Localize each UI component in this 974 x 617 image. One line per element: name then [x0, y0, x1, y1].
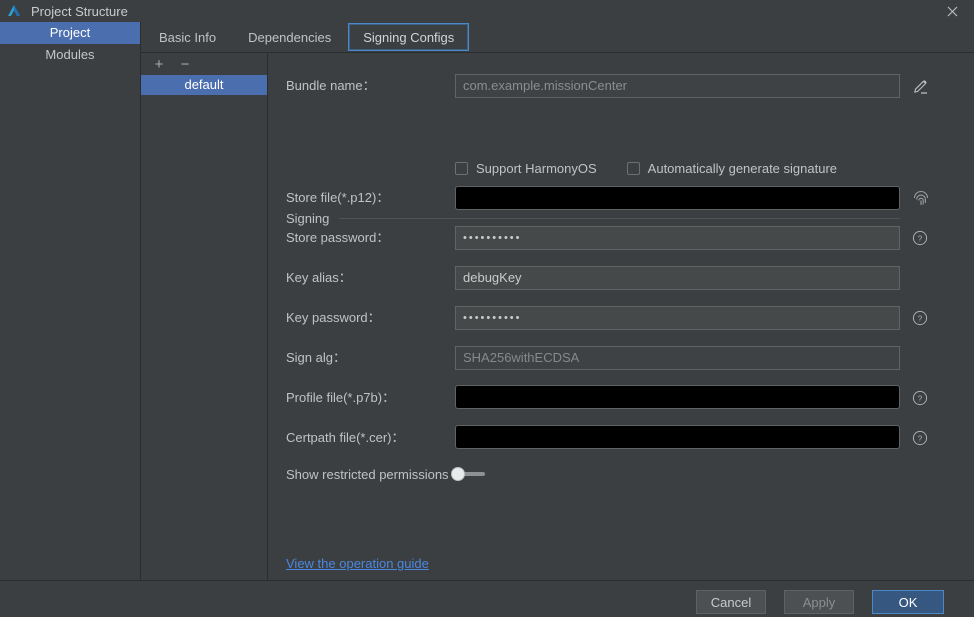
support-harmonyos-label: Support HarmonyOS	[476, 161, 597, 176]
restricted-permissions-label: Show restricted permissions	[286, 467, 449, 482]
tab-signing-configs[interactable]: Signing Configs	[349, 24, 468, 50]
sign-alg-label-row: Sign alg：	[286, 347, 346, 366]
svg-text:?: ?	[918, 393, 923, 403]
key-alias-input[interactable]: debugKey	[455, 266, 900, 290]
window-title: Project Structure	[31, 4, 128, 19]
key-alias-label-row: Key alias：	[286, 267, 352, 286]
certpath-file-label-row: Certpath file(*.cer)：	[286, 427, 404, 446]
store-password-label: Store password：	[286, 227, 389, 246]
certpath-file-input[interactable]	[455, 425, 900, 449]
key-password-label: Key password：	[286, 307, 381, 326]
tab-label: Dependencies	[248, 30, 331, 45]
svg-text:?: ?	[918, 313, 923, 323]
tab-label: Basic Info	[159, 30, 216, 45]
auto-generate-signature-label: Automatically generate signature	[648, 161, 837, 176]
bundle-name-label: Bundle name：	[286, 75, 376, 94]
signing-group-title: Signing	[286, 211, 329, 226]
svg-text:?: ?	[918, 433, 923, 443]
bundle-name-label-row: Bundle name：	[286, 75, 376, 94]
tab-bar: Basic Info Dependencies Signing Configs	[141, 22, 974, 53]
cancel-button[interactable]: Cancel	[696, 590, 766, 614]
signature-checkbox-row: Support HarmonyOS Automatically generate…	[455, 161, 867, 176]
title-bar: Project Structure	[0, 0, 974, 22]
tab-basic-info[interactable]: Basic Info	[145, 24, 230, 50]
signing-configs-list-panel: + − default	[141, 53, 268, 580]
remove-config-button[interactable]: −	[179, 57, 191, 72]
pencil-edit-icon[interactable]	[912, 77, 930, 95]
restricted-permissions-label-row: Show restricted permissions	[286, 467, 449, 482]
signing-group-header: Signing	[286, 211, 900, 226]
store-file-input[interactable]	[455, 186, 900, 210]
toggle-knob	[451, 467, 465, 481]
store-password-label-row: Store password：	[286, 227, 389, 246]
tab-label: Signing Configs	[363, 30, 454, 45]
sidebar: Project Modules	[0, 22, 141, 580]
list-toolbar: + −	[141, 53, 267, 75]
store-password-input[interactable]: ••••••••••	[455, 226, 900, 250]
deveco-triangle-logo-icon	[5, 2, 23, 20]
signing-configs-form: Bundle name： com.example.missionCenter S…	[268, 53, 974, 580]
bundle-name-input[interactable]: com.example.missionCenter	[455, 74, 900, 98]
profile-file-label-row: Profile file(*.p7b)：	[286, 387, 395, 406]
store-file-label-row: Store file(*.p12)：	[286, 187, 389, 206]
add-config-button[interactable]: +	[153, 57, 165, 72]
sign-alg-label: Sign alg：	[286, 347, 346, 366]
close-icon[interactable]	[930, 0, 974, 22]
key-password-input[interactable]: ••••••••••	[455, 306, 900, 330]
svg-text:?: ?	[918, 233, 923, 243]
profile-file-input[interactable]	[455, 385, 900, 409]
sign-alg-input: SHA256withECDSA	[455, 346, 900, 370]
sidebar-item-label: Project	[50, 25, 90, 40]
group-divider	[339, 218, 900, 219]
help-icon[interactable]: ?	[912, 230, 928, 246]
operation-guide-link[interactable]: View the operation guide	[286, 556, 429, 571]
help-icon[interactable]: ?	[912, 430, 928, 446]
apply-button[interactable]: Apply	[784, 590, 854, 614]
ok-button[interactable]: OK	[872, 590, 944, 614]
fingerprint-icon[interactable]	[912, 189, 930, 207]
help-icon[interactable]: ?	[912, 390, 928, 406]
project-structure-dialog: Project Structure Project Modules Basic …	[0, 0, 974, 616]
list-item-label: default	[184, 77, 223, 92]
key-password-label-row: Key password：	[286, 307, 381, 326]
restricted-permissions-toggle[interactable]	[451, 467, 487, 481]
store-file-label: Store file(*.p12)：	[286, 187, 389, 206]
auto-generate-signature-checkbox[interactable]	[627, 162, 640, 175]
help-icon[interactable]: ?	[912, 310, 928, 326]
sidebar-item-project[interactable]: Project	[0, 22, 140, 44]
sidebar-item-label: Modules	[45, 47, 94, 62]
certpath-file-label: Certpath file(*.cer)：	[286, 427, 404, 446]
tab-dependencies[interactable]: Dependencies	[234, 24, 345, 50]
sidebar-item-modules[interactable]: Modules	[0, 44, 140, 66]
key-alias-label: Key alias：	[286, 267, 352, 286]
profile-file-label: Profile file(*.p7b)：	[286, 387, 395, 406]
list-item[interactable]: default	[141, 75, 267, 95]
support-harmonyos-checkbox[interactable]	[455, 162, 468, 175]
dialog-footer: Cancel Apply OK	[0, 580, 974, 617]
